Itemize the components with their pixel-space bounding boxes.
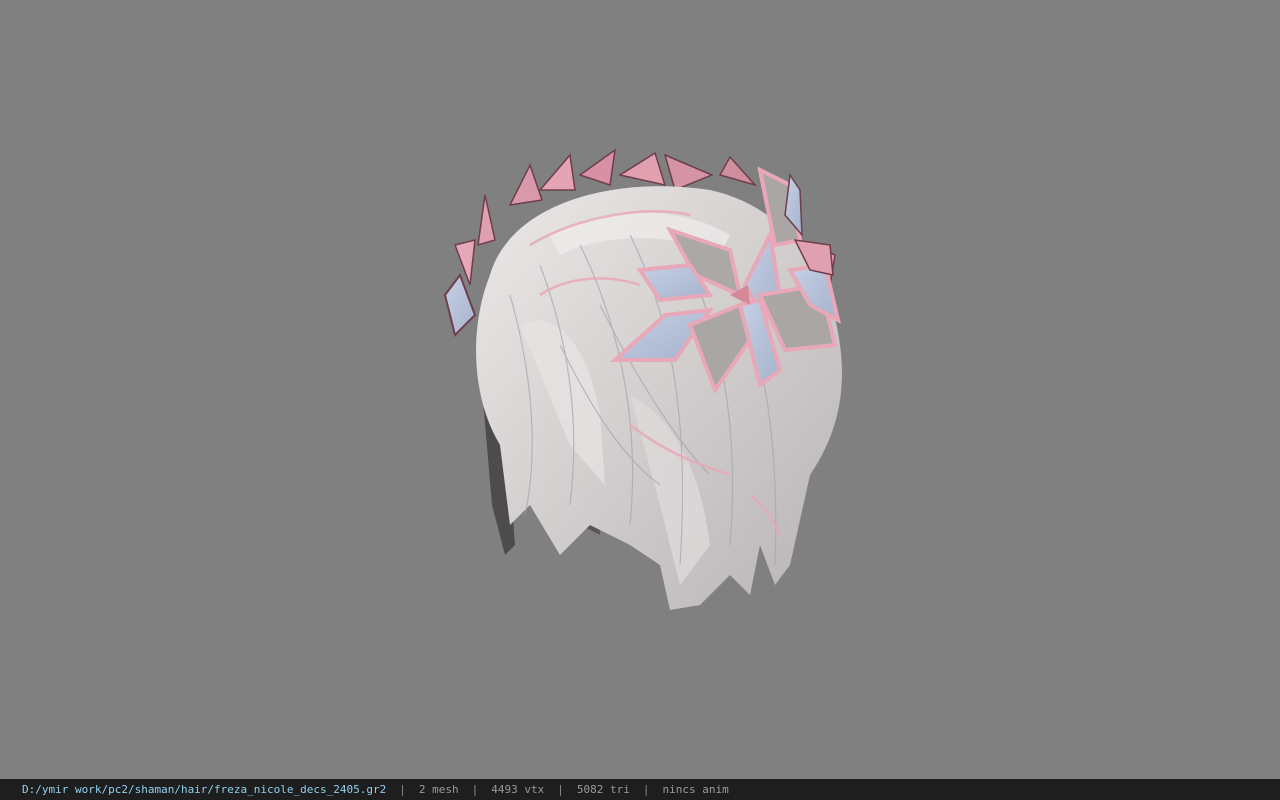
vertex-count: 4493 vtx: [491, 783, 545, 796]
3d-viewport[interactable]: [0, 0, 1280, 779]
separator: |: [399, 783, 406, 796]
file-path: D:/ymir work/pc2/shaman/hair/freza_nicol…: [22, 783, 387, 796]
status-bar: D:/ymir work/pc2/shaman/hair/freza_nicol…: [0, 779, 1280, 800]
separator: |: [557, 783, 564, 796]
separator: |: [642, 783, 650, 796]
hair-mass: [476, 186, 842, 610]
mesh-count: 2 mesh: [418, 783, 459, 796]
separator: |: [471, 783, 479, 796]
anim-status: nincs anim: [662, 783, 729, 796]
triangle-count: 5082 tri: [576, 783, 630, 796]
hair-model-render: [443, 148, 842, 610]
